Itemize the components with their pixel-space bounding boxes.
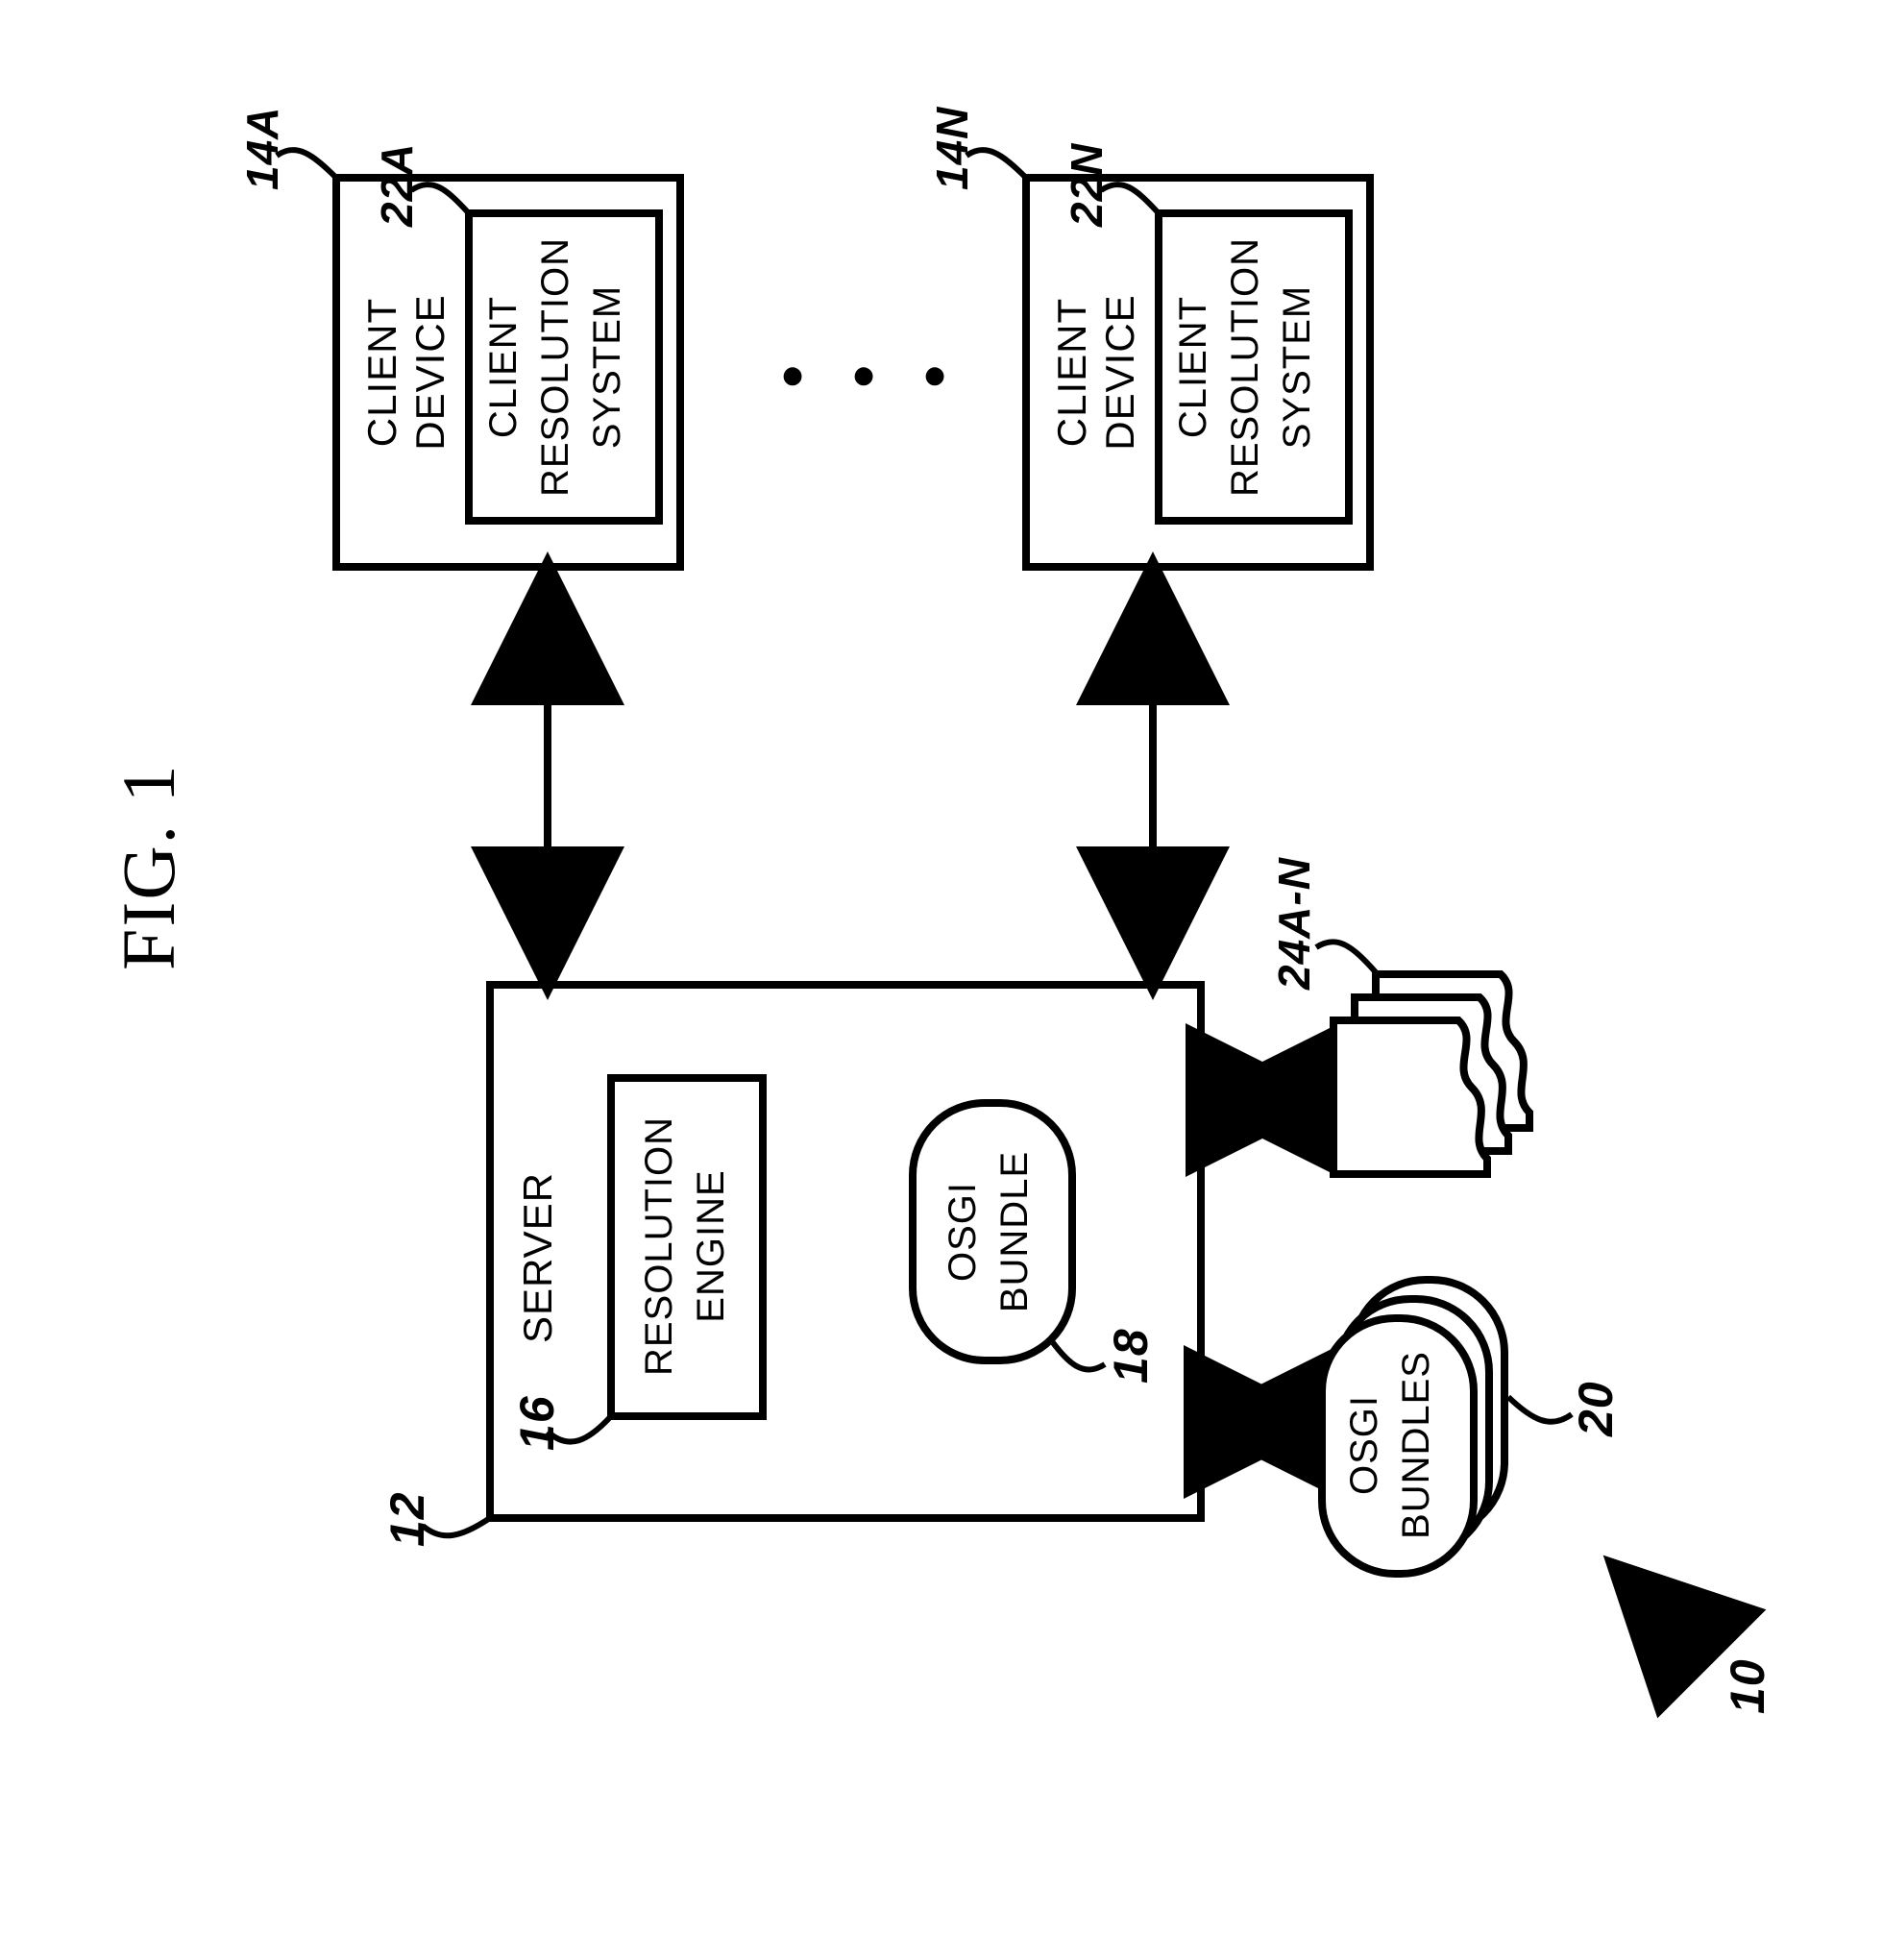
client-top-res2: RESOLUTION (534, 213, 577, 521)
client-bot-l1: CLIENT (1049, 178, 1095, 567)
osgi-l1: OSGI (942, 1115, 985, 1349)
client-bot-res3: SYSTEM (1276, 213, 1319, 521)
ref-client-bottom: 14N (926, 107, 978, 190)
ref-server: 12 (379, 1491, 435, 1547)
client-bot-l2: DEVICE (1097, 178, 1143, 567)
ref-client-top: 14A (236, 107, 288, 190)
bundles-l1: OSGI (1343, 1318, 1386, 1572)
ref-resolution: 16 (509, 1395, 565, 1451)
resolution-line1: RESOLUTION (638, 1111, 681, 1382)
ref-osgi-bundle: 18 (1103, 1328, 1159, 1384)
client-top-res3: SYSTEM (586, 213, 629, 521)
client-bot-res1: CLIENT (1172, 213, 1215, 521)
diagram-scene: FIG. 1 (0, 0, 1883, 1960)
ref-osgi-bundles: 20 (1568, 1381, 1624, 1436)
ref-docs: 24A-N (1268, 857, 1320, 990)
client-top-res1: CLIENT (482, 213, 526, 521)
ellipsis-dot-1: • (753, 364, 830, 388)
ellipsis-dot-3: • (895, 364, 972, 388)
server-label: SERVER (515, 1172, 561, 1343)
ref-overall: 10 (1720, 1658, 1775, 1714)
ellipsis-dot-2: • (824, 364, 901, 388)
bundles-l2: BUNDLES (1395, 1318, 1438, 1572)
client-top-l1: CLIENT (359, 178, 405, 567)
client-top-l2: DEVICE (407, 178, 453, 567)
osgi-l2: BUNDLE (993, 1115, 1037, 1349)
client-bot-res2: RESOLUTION (1224, 213, 1267, 521)
resolution-line2: ENGINE (690, 1111, 733, 1382)
